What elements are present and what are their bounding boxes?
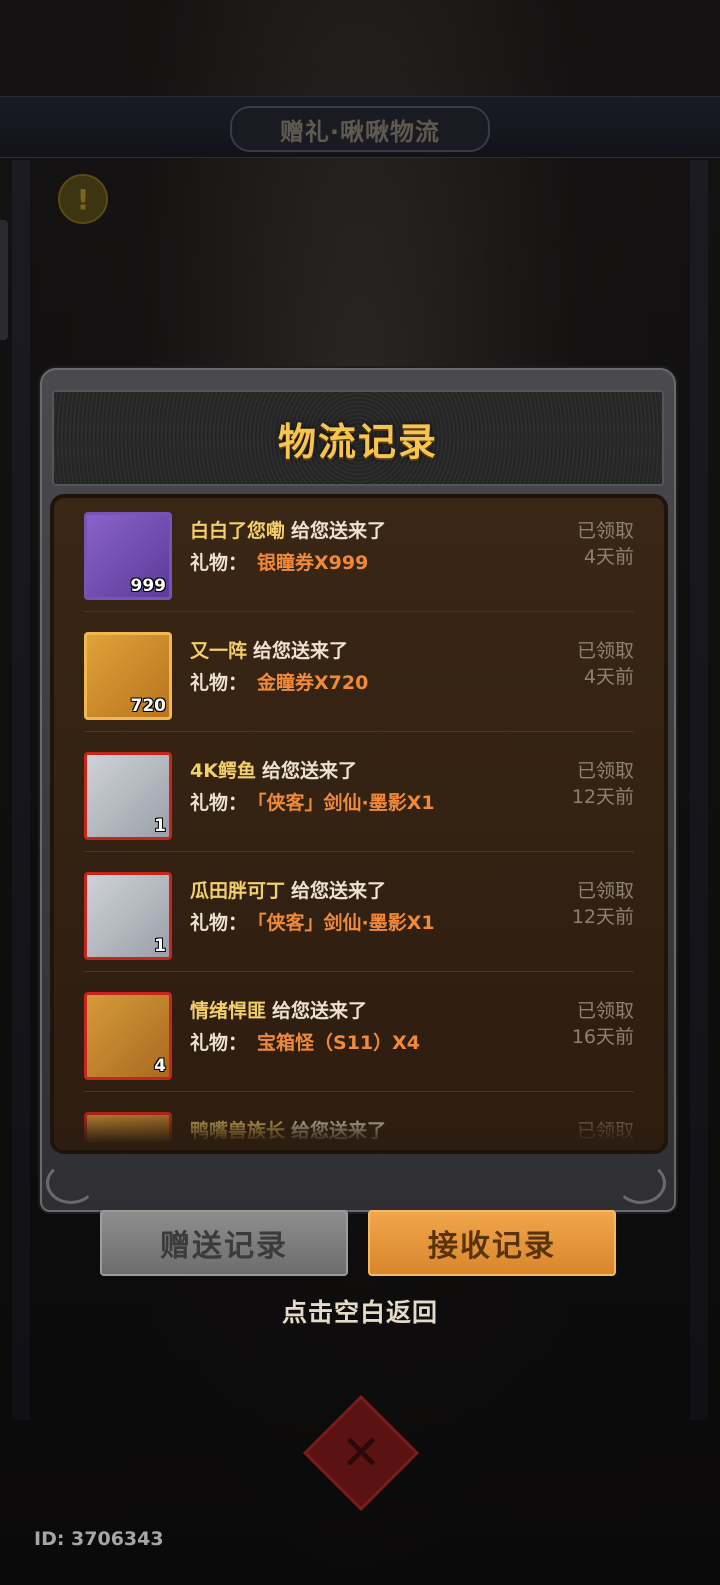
sender-suffix: 给您送来了 bbox=[261, 760, 357, 782]
claim-status: 已领取 12天前 bbox=[572, 758, 634, 810]
claim-status: 已领取 4天前 bbox=[577, 518, 634, 570]
time-ago: 16天前 bbox=[571, 1026, 634, 1048]
sender-name: 4K鳄鱼 bbox=[190, 760, 256, 782]
side-drawer-handle[interactable] bbox=[0, 220, 8, 340]
swordsman-portrait-icon[interactable]: 1 bbox=[84, 872, 172, 960]
status-text: 已领取 bbox=[576, 520, 634, 542]
sender-line: 4K鳄鱼 给您送来了 bbox=[190, 756, 357, 783]
gift-name: 银瞳券X999 bbox=[257, 552, 369, 574]
record-list[interactable]: 999 白白了您嘞 给您送来了 礼物： 银瞳券X999 已领取 4天前 720 又一… bbox=[50, 494, 668, 1154]
gift-label: 礼物： bbox=[190, 672, 248, 694]
gift-label: 礼物： bbox=[190, 1032, 248, 1054]
logistics-record-dialog: 物流记录 999 白白了您嘞 给您送来了 礼物： 银瞳券X999 已领取 4天前 7… bbox=[40, 368, 676, 1212]
sender-name: 瓜田胖可丁 bbox=[190, 880, 286, 902]
corner-ornament-left bbox=[46, 1162, 96, 1204]
gift-line: 礼物： 金瞳券X720 bbox=[190, 668, 368, 695]
gift-line: 礼物： 「侠客」剑仙·墨影X1 bbox=[190, 908, 435, 935]
gift-line: 礼物： 宝箱怪（S11）X4 bbox=[190, 1028, 420, 1055]
claim-status: 已领取 16天前 bbox=[572, 998, 634, 1050]
status-text: 已领取 bbox=[576, 880, 634, 902]
gift-name: 「侠客」剑仙·墨影X1 bbox=[257, 792, 435, 814]
sender-name: 情绪悍匪 bbox=[190, 1000, 267, 1022]
sender-suffix: 给您送来了 bbox=[291, 880, 387, 902]
dialog-header: 物流记录 bbox=[52, 390, 664, 486]
claim-status: 已领取 4天前 bbox=[577, 638, 634, 690]
sent-records-tab[interactable]: 赠送记录 bbox=[100, 1210, 348, 1276]
status-text: 已领取 bbox=[576, 760, 634, 782]
sender-name: 又一阵 bbox=[190, 640, 248, 662]
sender-line: 白白了您嘞 给您送来了 bbox=[190, 516, 386, 543]
list-item[interactable]: 999 白白了您嘞 给您送来了 礼物： 银瞳券X999 已领取 4天前 bbox=[54, 498, 664, 612]
dialog-title: 物流记录 bbox=[277, 419, 438, 464]
gift-name: 「侠客」剑仙·墨影X1 bbox=[257, 912, 435, 934]
gift-name: 宝箱怪（S11）X5 bbox=[257, 1152, 420, 1154]
banner-title: 赠礼·啾啾物流 bbox=[230, 106, 490, 152]
left-border bbox=[12, 160, 30, 1420]
status-text: 已领取 bbox=[576, 1000, 634, 1022]
sender-line: 又一阵 给您送来了 bbox=[190, 636, 348, 663]
time-ago: 4天前 bbox=[583, 666, 634, 688]
list-item[interactable]: 4 情绪悍匪 给您送来了 礼物： 宝箱怪（S11）X4 已领取 16天前 bbox=[54, 972, 664, 1092]
treasure-chest-icon[interactable]: 4 bbox=[84, 992, 172, 1080]
sender-suffix: 给您送来了 bbox=[253, 640, 349, 662]
tap-blank-to-return-hint: 点击空白返回 bbox=[281, 1298, 438, 1327]
item-quantity: 4 bbox=[154, 1056, 166, 1076]
gift-label: 礼物： bbox=[190, 912, 248, 934]
time-ago: 12天前 bbox=[571, 786, 634, 808]
item-quantity: 1 bbox=[154, 816, 166, 836]
player-id: ID: 3706343 bbox=[34, 1528, 164, 1550]
item-quantity: 1 bbox=[154, 936, 166, 956]
gold-ticket-icon[interactable]: 720 bbox=[84, 632, 172, 720]
received-records-tab[interactable]: 接收记录 bbox=[368, 1210, 616, 1276]
status-text: 已领取 bbox=[576, 640, 634, 662]
sender-name: 白白了您嘞 bbox=[190, 520, 286, 542]
gift-label: 礼物： bbox=[190, 1152, 247, 1154]
gift-line: 礼物： 银瞳券X999 bbox=[190, 548, 368, 575]
time-ago: 12天前 bbox=[571, 906, 634, 928]
list-item[interactable]: 720 又一阵 给您送来了 礼物： 金瞳券X720 已领取 4天前 bbox=[54, 612, 664, 732]
list-item[interactable]: 1 瓜田胖可丁 给您送来了 礼物： 「侠客」剑仙·墨影X1 已领取 12天前 bbox=[54, 852, 664, 972]
record-list-scroll[interactable]: 999 白白了您嘞 给您送来了 礼物： 银瞳券X999 已领取 4天前 720 又一… bbox=[54, 498, 664, 1154]
item-quantity: 999 bbox=[130, 576, 167, 596]
swordsman-portrait-icon[interactable]: 1 bbox=[84, 752, 172, 840]
list-fade bbox=[54, 1106, 664, 1150]
sender-line: 情绪悍匪 给您送来了 bbox=[190, 996, 367, 1023]
corner-ornament-right bbox=[616, 1162, 666, 1204]
gift-name: 金瞳券X720 bbox=[257, 672, 369, 694]
time-ago: 4天前 bbox=[583, 546, 634, 568]
gift-label: 礼物： bbox=[190, 792, 248, 814]
gift-name: 宝箱怪（S11）X4 bbox=[257, 1032, 421, 1054]
alert-icon[interactable]: ! bbox=[58, 174, 108, 224]
sender-suffix: 给您送来了 bbox=[272, 1000, 368, 1022]
item-quantity: 720 bbox=[130, 696, 167, 716]
right-border bbox=[690, 160, 708, 1420]
gift-label: 礼物： bbox=[190, 552, 248, 574]
gift-line: 礼物： 「侠客」剑仙·墨影X1 bbox=[190, 788, 435, 815]
list-item[interactable]: 1 4K鳄鱼 给您送来了 礼物： 「侠客」剑仙·墨影X1 已领取 12天前 bbox=[54, 732, 664, 852]
sender-line: 瓜田胖可丁 给您送来了 bbox=[190, 876, 386, 903]
claim-status: 已领取 12天前 bbox=[572, 878, 634, 930]
silver-ticket-icon[interactable]: 999 bbox=[84, 512, 172, 600]
sender-suffix: 给您送来了 bbox=[291, 520, 387, 542]
